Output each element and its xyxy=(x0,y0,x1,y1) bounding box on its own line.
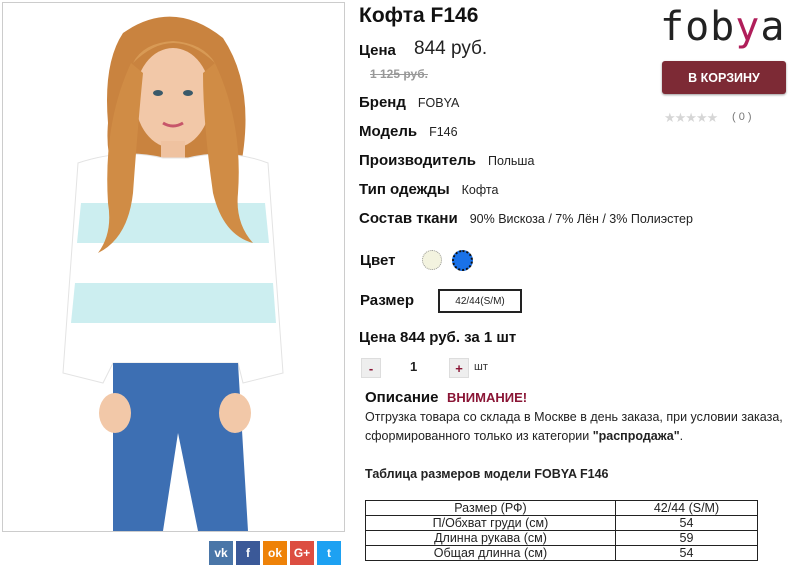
quantity-unit: шт xyxy=(474,361,488,373)
price-per-unit: Цена 844 руб. за 1 шт xyxy=(359,329,517,346)
attribute-value: FOBYA xyxy=(417,96,460,110)
attribute-label: Модель xyxy=(359,123,418,140)
table-cell: 59 xyxy=(614,530,759,546)
color-swatch-cream[interactable] xyxy=(422,250,442,270)
size-option[interactable]: 42/44(S/M) xyxy=(438,289,522,313)
attribute-model: Модель F146 xyxy=(359,123,458,140)
attribute-label: Состав ткани xyxy=(359,210,458,227)
color-label: Цвет xyxy=(360,252,396,269)
brand-logo[interactable]: fobya xyxy=(660,4,785,50)
attribute-value: Кофта xyxy=(461,183,499,197)
table-cell: Общая длинна (см) xyxy=(365,545,616,561)
price-value: 844 руб. xyxy=(414,38,488,59)
share-buttons: vk f ok G+ t xyxy=(209,541,341,565)
table-cell: 54 xyxy=(614,545,759,561)
facebook-icon[interactable]: f xyxy=(236,541,260,565)
twitter-icon[interactable]: t xyxy=(317,541,341,565)
odnoklassniki-icon[interactable]: ok xyxy=(263,541,287,565)
attribute-clothing-type: Тип одежды Кофта xyxy=(359,181,498,198)
price-label: Цена xyxy=(359,42,396,59)
vk-icon[interactable]: vk xyxy=(209,541,233,565)
description-text: Отгрузка товара со склада в Москве в ден… xyxy=(365,410,783,443)
table-cell: П/Обхват груди (см) xyxy=(365,515,616,531)
quantity-plus-button[interactable]: + xyxy=(449,358,469,378)
google-plus-icon[interactable]: G+ xyxy=(290,541,314,565)
table-header-row: Размер (РФ) 42/44 (S/M) xyxy=(365,500,759,516)
add-to-cart-button[interactable]: В КОРЗИНУ xyxy=(662,61,786,94)
rating-count: ( 0 ) xyxy=(732,111,752,123)
table-cell: 42/44 (S/M) xyxy=(614,500,759,516)
attribute-label: Бренд xyxy=(359,94,406,111)
attribute-value: F146 xyxy=(429,125,458,139)
table-row: Длинна рукава (см) 59 xyxy=(365,530,759,546)
table-row: П/Обхват груди (см) 54 xyxy=(365,515,759,531)
table-cell: Размер (РФ) xyxy=(365,500,616,516)
product-photo-illustration xyxy=(3,3,344,531)
size-label: Размер xyxy=(360,292,415,309)
description-label: Описание xyxy=(365,389,439,406)
attribute-value: Польша xyxy=(487,154,535,168)
old-price: 1 125 руб. xyxy=(370,67,428,81)
size-table: Размер (РФ) 42/44 (S/M) П/Обхват груди (… xyxy=(365,500,759,561)
attribute-brand: Бренд FOBYA xyxy=(359,94,459,111)
table-cell: Длинна рукава (см) xyxy=(365,530,616,546)
quantity-minus-button[interactable]: - xyxy=(361,358,381,378)
product-image[interactable] xyxy=(2,2,345,532)
attribute-manufacturer: Производитель Польша xyxy=(359,152,534,169)
attribute-label: Тип одежды xyxy=(359,181,450,198)
attribute-fabric: Состав ткани 90% Вискоза / 7% Лён / 3% П… xyxy=(359,210,693,227)
table-row: Общая длинна (см) 54 xyxy=(365,545,759,561)
attribute-label: Производитель xyxy=(359,152,476,169)
table-cell: 54 xyxy=(614,515,759,531)
quantity-input[interactable]: 1 xyxy=(410,359,417,374)
attribute-value: 90% Вискоза / 7% Лён / 3% Полиэстер xyxy=(469,212,693,226)
warning-text: ВНИМАНИЕ! xyxy=(447,390,528,405)
rating-stars-icon[interactable]: ★★★★★ xyxy=(664,110,718,126)
color-swatch-blue[interactable] xyxy=(452,250,473,271)
size-table-title: Таблица размеров модели FOBYA F146 xyxy=(365,467,609,481)
product-title: Кофта F146 xyxy=(359,4,479,27)
